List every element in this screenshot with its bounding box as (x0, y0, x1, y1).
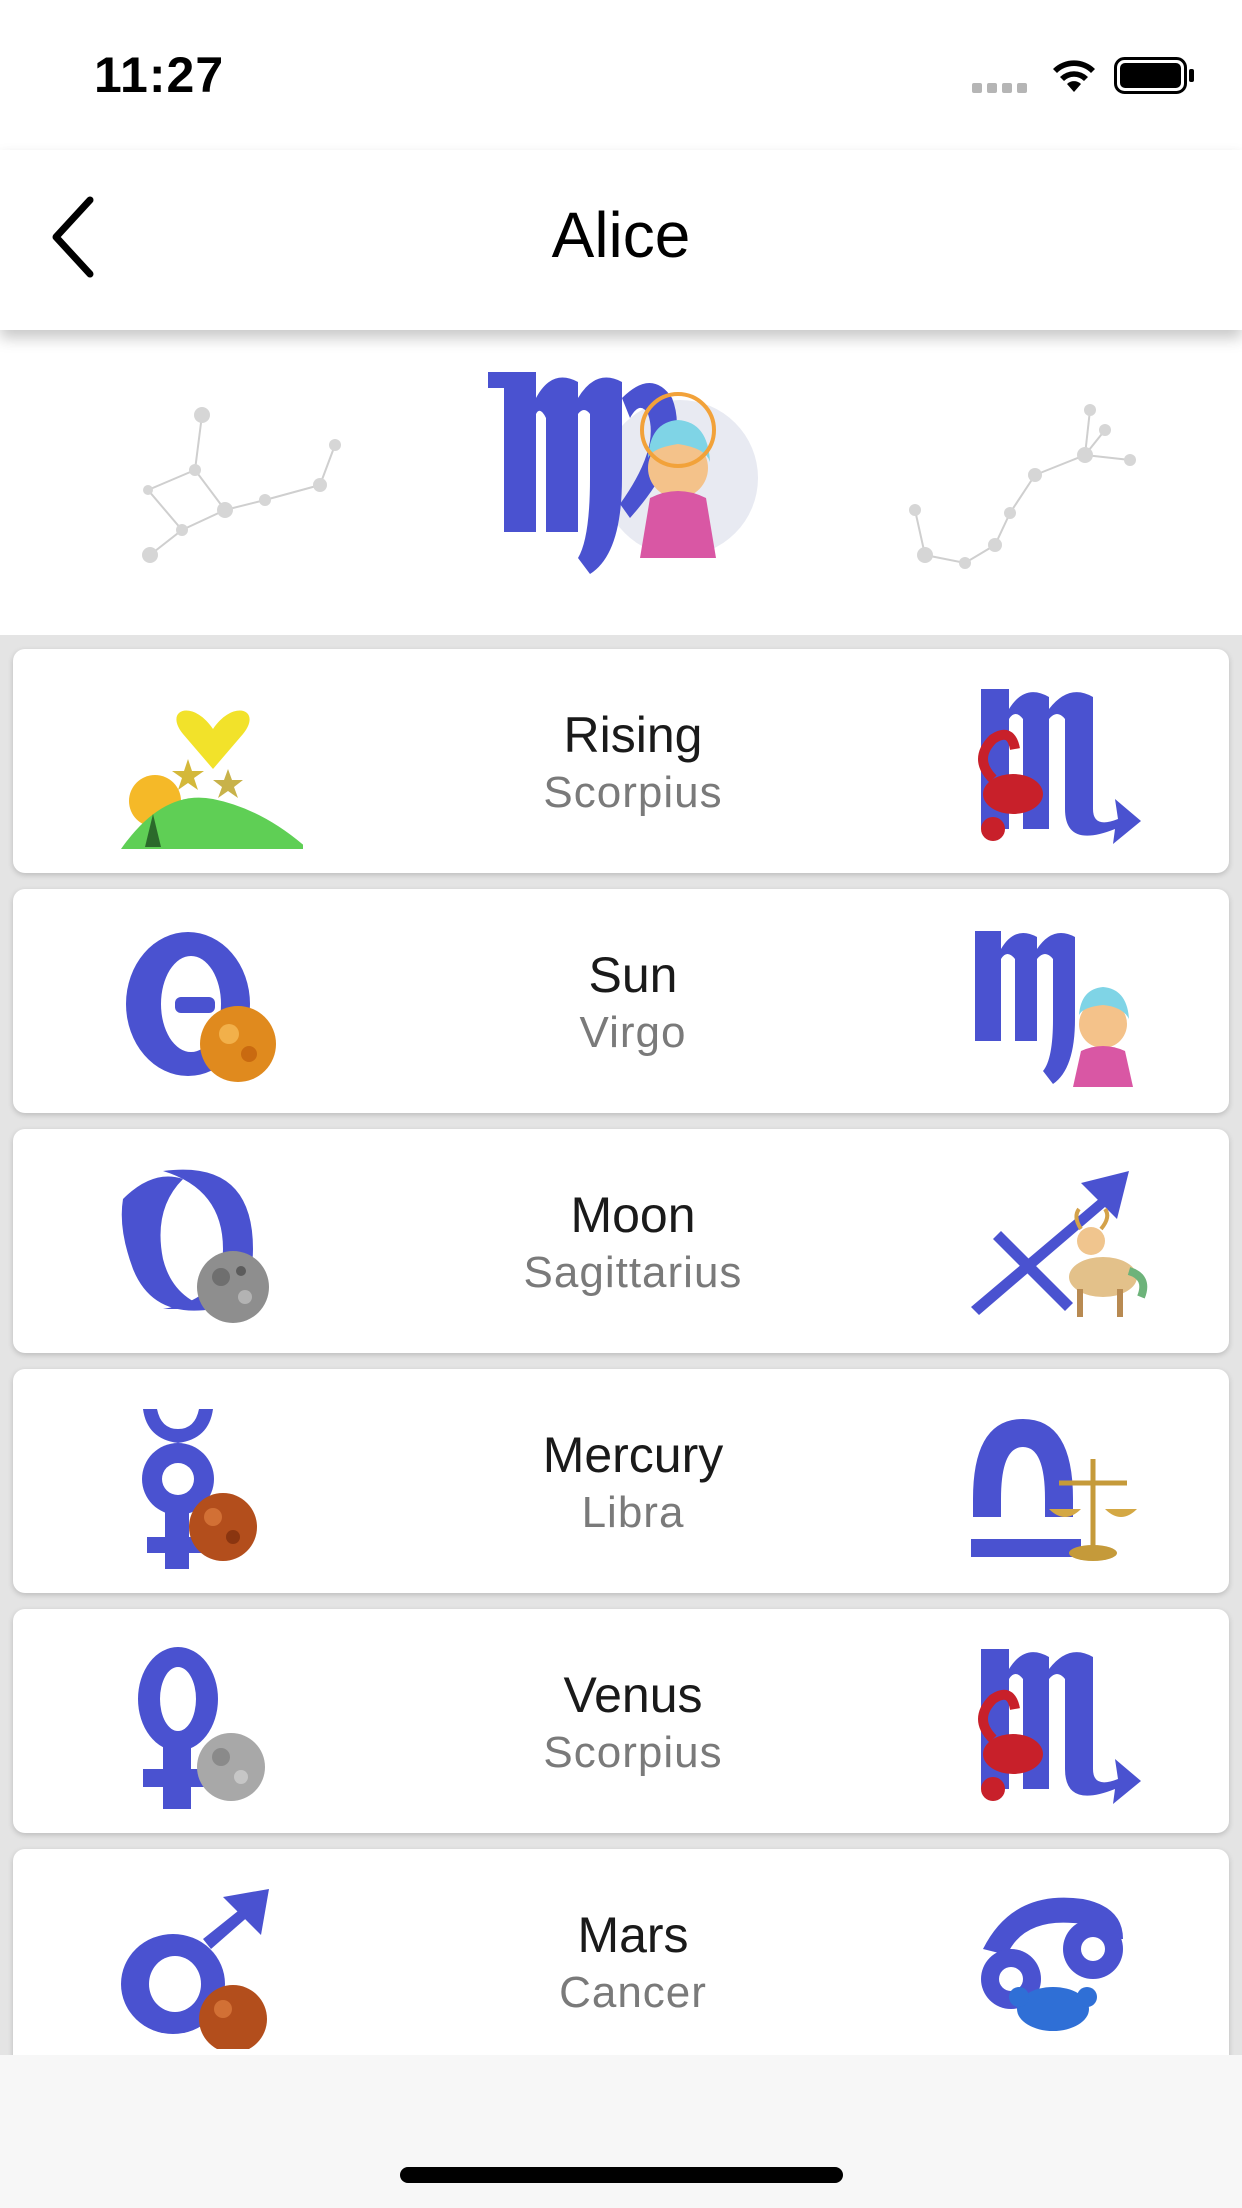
mars-planet-icon (121, 1889, 269, 2049)
placement-title: Sun (588, 947, 678, 1003)
cancer-sign-icon (981, 1897, 1123, 2031)
sagittarius-sign-icon (971, 1171, 1148, 1317)
placement-card-rising[interactable]: Rising Scorpius (13, 649, 1229, 873)
navigation-bar: Alice (0, 150, 1242, 330)
placement-text: Mars Cancer (353, 1905, 913, 2021)
virgo-sign-icon (975, 931, 1133, 1087)
placement-card-moon[interactable]: Moon Sagittarius (13, 1129, 1229, 1353)
placement-text: Venus Scorpius (353, 1665, 913, 1781)
placement-sign: Virgo (579, 1008, 687, 1057)
rising-sun-icon (121, 710, 303, 849)
wifi-icon (1053, 60, 1095, 92)
sun-planet-icon (126, 932, 276, 1082)
home-indicator[interactable] (400, 2167, 843, 2183)
moon-planet-icon (121, 1169, 269, 1323)
placement-card-mercury[interactable]: Mercury Libra (13, 1369, 1229, 1593)
placement-card-venus[interactable]: Venus Scorpius (13, 1609, 1229, 1833)
placement-title: Mars (577, 1907, 689, 1963)
placement-sign: Libra (581, 1488, 685, 1537)
placement-text: Mercury Libra (353, 1425, 913, 1541)
page-title: Alice (551, 199, 691, 271)
placement-title: Rising (563, 707, 703, 763)
placement-sign: Cancer (559, 1968, 707, 2017)
placement-title: Mercury (542, 1427, 724, 1483)
placement-title: Venus (563, 1667, 703, 1723)
constellation-left-icon (142, 407, 341, 563)
scorpius-sign-icon (978, 689, 1141, 844)
virgo-sign-icon (488, 372, 758, 574)
placement-text: Rising Scorpius (353, 705, 913, 821)
home-indicator-area (0, 2055, 1242, 2208)
status-time: 11:27 (94, 47, 225, 103)
libra-sign-icon (971, 1419, 1137, 1561)
placement-title: Moon (570, 1187, 696, 1243)
scorpius-sign-icon (978, 1649, 1141, 1804)
battery-icon (1114, 57, 1194, 94)
status-bar: 11:27 (0, 0, 1242, 150)
placement-sign: Sagittarius (523, 1248, 743, 1297)
venus-planet-icon (138, 1647, 265, 1809)
placement-sign: Scorpius (543, 768, 723, 817)
placement-card-sun[interactable]: Sun Virgo (13, 889, 1229, 1113)
placement-card-mars[interactable]: Mars Cancer (13, 1849, 1229, 2055)
cellular-signal-icon (972, 83, 1027, 93)
placements-list[interactable]: Rising Scorpius Sun Virgo Moon Sagittari… (0, 635, 1242, 2055)
placement-sign: Scorpius (543, 1728, 723, 1777)
mercury-planet-icon (142, 1409, 257, 1569)
placement-text: Moon Sagittarius (353, 1185, 913, 1301)
placement-text: Sun Virgo (353, 945, 913, 1061)
constellation-right-icon (909, 404, 1136, 569)
